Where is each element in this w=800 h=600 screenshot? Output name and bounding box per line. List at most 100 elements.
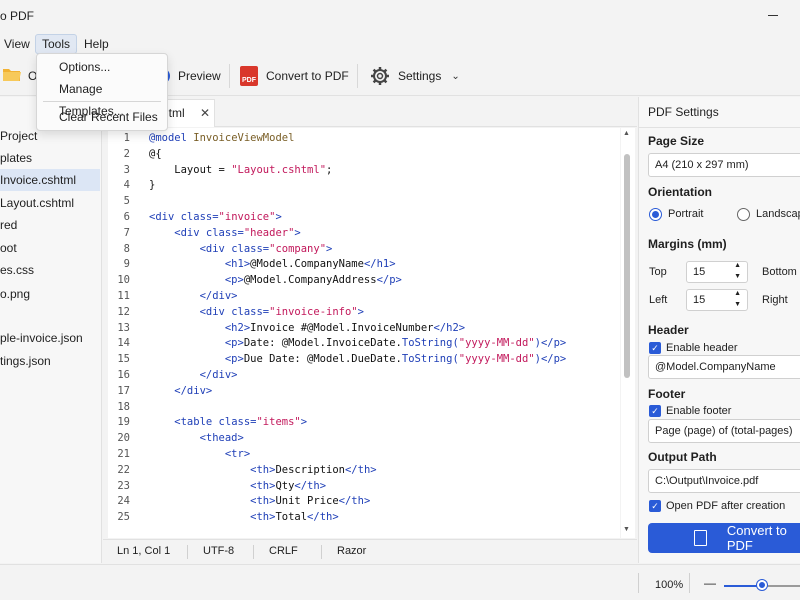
code-line[interactable]: <h1>@Model.CompanyName</h1> — [149, 258, 396, 270]
code-token: ToString — [401, 353, 453, 366]
footer-template-field[interactable]: Page (page) of (total-pages) — [648, 419, 800, 443]
menu-item-clear-recent[interactable]: Clear Recent Files — [37, 106, 167, 128]
open-after-label: Open PDF after creation — [666, 500, 786, 512]
enable-header-checkbox[interactable]: ✓ — [649, 342, 661, 354]
preview-label: Preview — [178, 69, 221, 83]
spin-up-icon[interactable]: ▲ — [734, 289, 741, 299]
close-icon[interactable]: ✕ — [200, 100, 210, 126]
code-line[interactable]: <p>Due Date: @Model.DueDate.ToString("yy… — [149, 353, 566, 365]
settings-button[interactable]: Settings ⌄ — [370, 62, 460, 90]
code-token: class= — [231, 242, 270, 255]
spin-down-icon[interactable]: ▼ — [734, 300, 741, 310]
margin-left-input[interactable]: 15 ▲ ▼ — [686, 289, 748, 311]
status-divider — [321, 545, 322, 559]
page-size-select[interactable]: A4 (210 x 297 mm) — [648, 153, 800, 177]
code-token: </th> — [294, 479, 327, 492]
code-editor[interactable]: 1 @model InvoiceViewModel 2 @{3 Layout = "L… — [108, 128, 620, 538]
code-line[interactable]: <h2>Invoice #@Model.InvoiceNumber</h2> — [149, 322, 465, 334]
cursor-position: Ln 1, Col 1 — [117, 545, 171, 557]
file-item-selected[interactable]: Invoice.cshtml — [0, 169, 100, 191]
menu-tools[interactable]: Tools — [35, 34, 78, 54]
spin-down-icon[interactable]: ▼ — [734, 272, 741, 282]
code-token: Invoice #@Model.InvoiceNumber — [250, 321, 434, 334]
line-number: 2 — [123, 147, 130, 160]
code-line[interactable]: @{ — [149, 148, 162, 160]
line-number: 14 — [117, 337, 130, 350]
code-token: <p> — [149, 337, 244, 350]
code-token: <th> — [149, 511, 276, 524]
convert-to-pdf-button[interactable]: PDF Convert to PDF — [240, 62, 349, 90]
enable-footer-checkbox[interactable]: ✓ — [649, 405, 661, 417]
encoding[interactable]: UTF-8 — [203, 545, 234, 557]
zoom-out-button[interactable]: — — [704, 576, 716, 590]
language-mode[interactable]: Razor — [337, 545, 366, 557]
file-item[interactable]: plates — [0, 147, 100, 169]
folder-open-icon[interactable] — [2, 66, 22, 82]
output-path-field[interactable]: C:\Output\Invoice.pdf — [648, 469, 800, 493]
footer-section-label: Footer — [648, 387, 686, 401]
code-line[interactable]: <th>Description</th> — [149, 463, 377, 476]
code-token: </p> — [540, 353, 567, 366]
line-number: 10 — [117, 274, 130, 287]
code-line[interactable]: <th>Unit Price</th> — [149, 495, 370, 507]
menu-item-options[interactable]: Options... — [37, 56, 167, 78]
menu-item-manage-templates[interactable]: Manage Templates... — [37, 78, 167, 118]
line-number: 25 — [117, 511, 130, 524]
code-token: "yyyy-MM-dd" — [458, 353, 535, 366]
code-line[interactable]: <div class="header"> — [149, 226, 301, 239]
code-line[interactable]: <div class="invoice-info"> — [149, 306, 364, 318]
margin-top-input[interactable]: 15 ▲ ▼ — [686, 261, 748, 283]
open-after-checkbox[interactable]: ✓ — [649, 500, 661, 512]
header-template-field[interactable]: @Model.CompanyName — [648, 355, 800, 379]
code-line[interactable]: <th>Total</th> — [149, 511, 339, 523]
code-line[interactable]: <thead> — [149, 432, 244, 444]
scroll-up-icon[interactable]: ▲ — [623, 130, 630, 137]
file-item[interactable]: oot — [0, 237, 100, 259]
line-endings[interactable]: CRLF — [269, 545, 298, 557]
zoom-slider[interactable] — [724, 580, 800, 590]
scrollbar-thumb[interactable] — [624, 154, 630, 378]
file-item[interactable]: o.png — [0, 283, 100, 305]
file-item[interactable]: es.css — [0, 259, 100, 281]
code-token: <h1> — [149, 258, 251, 271]
code-token: > — [294, 226, 301, 239]
portrait-radio[interactable] — [649, 208, 662, 221]
landscape-radio[interactable] — [737, 208, 750, 221]
file-item[interactable]: Layout.cshtml — [0, 192, 100, 214]
code-line[interactable]: <p>@Model.CompanyAddress</p> — [149, 274, 402, 286]
spin-up-icon[interactable]: ▲ — [734, 261, 741, 271]
scroll-down-icon[interactable]: ▼ — [623, 526, 630, 533]
file-item[interactable]: red — [0, 214, 100, 236]
zoom-slider-knob[interactable] — [757, 580, 767, 590]
code-line[interactable]: <div class="company"> — [149, 242, 333, 255]
line-number: 4 — [123, 179, 130, 192]
code-line[interactable]: @model InvoiceViewModel — [149, 132, 294, 144]
status-divider — [689, 573, 690, 593]
code-line[interactable]: Layout = "Layout.cshtml"; — [149, 164, 332, 176]
code-token: </th> — [344, 463, 377, 476]
code-line[interactable]: <table class="items"> — [149, 416, 307, 428]
menu-view[interactable]: View — [0, 34, 36, 54]
tools-dropdown-menu: Options... Manage Templates... Clear Rec… — [36, 53, 168, 131]
code-line[interactable]: <tr> — [149, 448, 250, 460]
code-line[interactable]: </div> — [149, 369, 238, 381]
preview-button[interactable]: Preview — [154, 62, 221, 90]
code-line[interactable]: <div class="invoice"> — [149, 211, 282, 223]
menu-help[interactable]: Help — [78, 34, 115, 54]
minimize-icon[interactable] — [768, 15, 778, 16]
code-token: </div> — [149, 369, 238, 381]
code-token: class= — [218, 416, 257, 429]
file-item[interactable] — [0, 305, 100, 327]
convert-to-pdf-primary-button[interactable]: Convert to PDF — [648, 523, 800, 553]
editor-scrollbar[interactable]: ▲ ▼ — [621, 128, 635, 538]
code-line[interactable]: </div> — [149, 290, 238, 302]
zoom-level: 100% — [655, 579, 684, 591]
code-line[interactable]: <th>Qty</th> — [149, 480, 326, 492]
file-item[interactable]: ple-invoice.json — [0, 327, 100, 349]
code-token: > — [275, 211, 282, 223]
code-line[interactable]: <p>Date: @Model.InvoiceDate.ToString("yy… — [149, 337, 566, 349]
line-number: 22 — [117, 463, 130, 476]
code-line[interactable]: } — [149, 179, 155, 191]
code-line[interactable]: </div> — [149, 385, 212, 397]
file-item[interactable]: tings.json — [0, 350, 100, 372]
